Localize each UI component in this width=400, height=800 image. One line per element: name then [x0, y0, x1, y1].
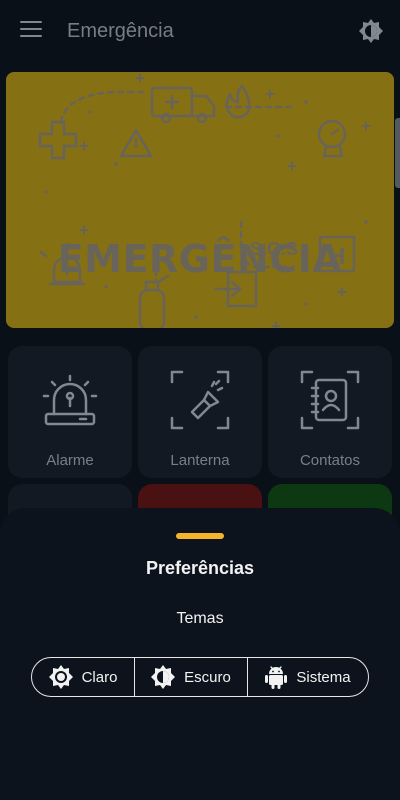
preferences-bottom-sheet: Preferências Temas Claro Escuro Sistema [0, 508, 400, 800]
theme-option-light[interactable]: Claro [32, 658, 134, 696]
theme-selector: Claro Escuro Sistema [31, 657, 369, 697]
sheet-drag-handle[interactable] [176, 533, 224, 539]
theme-option-light-label: Claro [81, 668, 118, 686]
sun-icon [48, 665, 73, 689]
android-icon [265, 666, 288, 689]
theme-option-system-label: Sistema [296, 668, 351, 686]
theme-option-dark[interactable]: Escuro [134, 658, 247, 696]
theme-option-dark-label: Escuro [184, 668, 231, 686]
dark-mode-icon [151, 665, 176, 689]
sheet-title: Preferências [145, 558, 255, 578]
themes-section-label: Temas [176, 610, 224, 627]
theme-option-system[interactable]: Sistema [247, 658, 368, 696]
